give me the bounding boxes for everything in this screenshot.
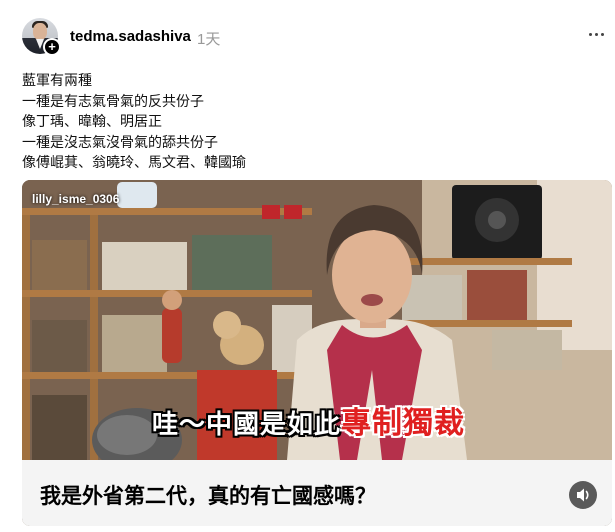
speaker-icon[interactable]	[569, 481, 597, 509]
microphone-fluff	[97, 415, 157, 455]
post-text-line: 一種是沒志氣沒骨氣的舔共份子	[22, 133, 218, 150]
video-media[interactable]: lilly_isme_0306 哇〜中國是如此專制獨裁 我是外省第二代，真的有亡…	[22, 180, 612, 526]
more-dot	[600, 32, 604, 36]
follow-plus-icon[interactable]: +	[43, 38, 61, 56]
caption-bar: 我是外省第二代，真的有亡國感嗎？	[22, 460, 612, 526]
cup	[262, 205, 280, 219]
book-stack	[492, 330, 562, 370]
shelf-post-left	[22, 208, 30, 460]
timestamp[interactable]: 1天	[197, 28, 220, 49]
book-stack	[102, 315, 167, 372]
book-stack	[32, 395, 87, 460]
plush-toy-head	[213, 311, 241, 339]
shelf-plank	[402, 258, 572, 265]
woman-mouth	[361, 294, 383, 306]
post-text-line: 藍軍有兩種	[22, 72, 92, 88]
woman-face	[332, 227, 412, 323]
figurine	[162, 308, 182, 363]
video-caption: 我是外省第二代，真的有亡國感嗎？	[40, 485, 376, 508]
book-stack	[102, 242, 187, 290]
shelf-post-mid	[90, 208, 98, 460]
post-text-line: 一種是有志氣骨氣的反共份子	[22, 92, 204, 109]
cup	[284, 205, 302, 219]
post-text-line: 像傅崐萁、翁曉玲、馬文君、韓國瑜	[22, 154, 246, 170]
more-dot	[594, 32, 598, 36]
avatar-face	[33, 23, 47, 40]
book-stack	[192, 235, 272, 290]
more-dot	[588, 32, 592, 36]
more-horizontal-icon[interactable]	[586, 24, 606, 44]
username[interactable]: tedma.sadashiva	[70, 28, 191, 45]
book-stack	[32, 240, 87, 290]
video-subtitle: 哇〜中國是如此專制獨裁	[152, 398, 465, 442]
speaker-center	[488, 211, 506, 229]
channel-tag: lilly_isme_0306	[32, 192, 120, 206]
subtitle-white-text: 哇〜中國是如此	[152, 409, 342, 439]
post-text-line: 像丁瑀、暐翰、明居正	[22, 113, 162, 129]
subtitle-red-text: 專制獨裁	[341, 407, 466, 440]
post-card: + tedma.sadashiva 1天 藍軍有兩種 一種是有志氣骨氣的反共份子…	[0, 0, 615, 532]
book-stack	[467, 270, 527, 320]
post-text: 藍軍有兩種 一種是有志氣骨氣的反共份子 像丁瑀、暐翰、明居正 一種是沒志氣沒骨氣…	[22, 70, 582, 173]
speaker-glyph	[577, 488, 589, 502]
mug	[117, 182, 157, 208]
figurine-head	[162, 290, 182, 310]
book-stack	[32, 320, 87, 372]
